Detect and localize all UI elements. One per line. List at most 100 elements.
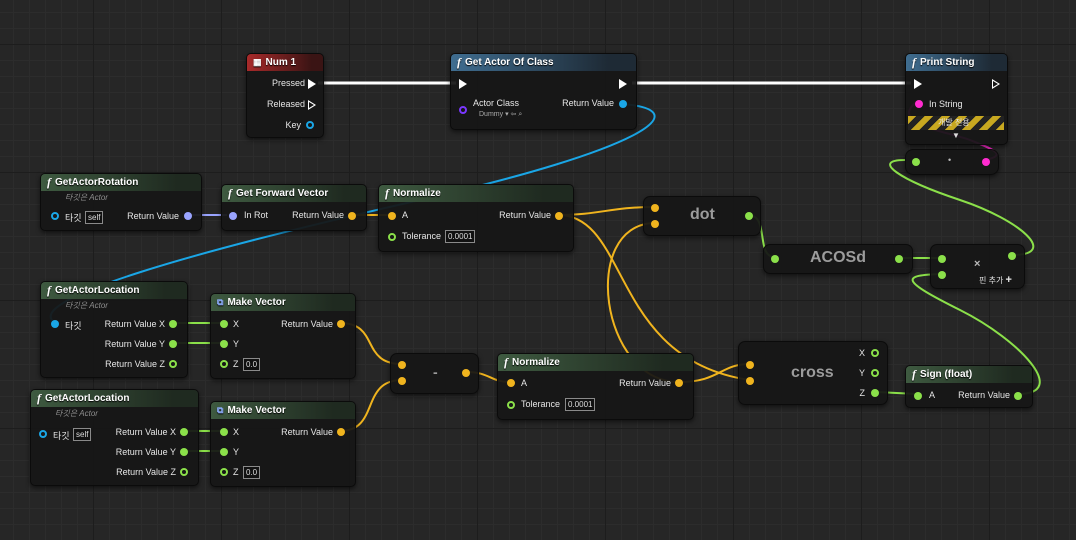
target-self-field[interactable]: self [85, 211, 104, 224]
dot-product-node[interactable]: dot [643, 196, 761, 236]
num1-title: Num 1 [265, 57, 297, 68]
released-exec-pin[interactable] [308, 100, 316, 110]
return-value-pin[interactable] [337, 320, 345, 328]
y-label: Y [858, 368, 865, 378]
multiply-title: × [974, 258, 981, 270]
normalize-header: f Normalize [498, 354, 693, 371]
get-forward-vector-header: f Get Forward Vector [222, 185, 366, 202]
normalize-node-1[interactable]: f Normalize A Return Value Tolerance 0.0… [378, 184, 574, 252]
target-pin[interactable] [51, 320, 59, 328]
normalize-node-2[interactable]: f Normalize A Return Value Tolerance 0.0… [497, 353, 694, 420]
key-label: Key [285, 120, 301, 130]
return-value-pin[interactable] [184, 212, 192, 220]
in-rot-pin[interactable] [229, 212, 237, 220]
tolerance-field[interactable]: 0.0001 [565, 398, 596, 411]
return-value-pin[interactable] [348, 212, 356, 220]
a-label: A [929, 390, 936, 400]
return-x-pin[interactable] [180, 428, 188, 436]
cross-b-pin[interactable] [746, 377, 754, 385]
acosd-node[interactable]: ACOSd [763, 244, 913, 274]
return-value-pin[interactable] [555, 212, 563, 220]
exec-out-pin[interactable] [992, 79, 1000, 89]
get-actor-of-class-node[interactable]: f Get Actor Of Class Actor Class Dummy ▾… [450, 53, 637, 130]
a-pin[interactable] [507, 379, 515, 387]
make-vector-node-1[interactable]: ⧉ Make Vector X Return Value Y Z 0.0 [210, 293, 356, 379]
expand-chevron-icon[interactable]: ▼ [952, 131, 960, 140]
get-forward-vector-node[interactable]: f Get Forward Vector In Rot Return Value [221, 184, 367, 231]
print-string-node[interactable]: f Print String In String 개발 전용 ▼ [905, 53, 1008, 145]
num1-event-node[interactable]: ▦ Num 1 Pressed Released Key [246, 53, 324, 138]
z-field[interactable]: 0.0 [243, 358, 261, 371]
actor-class-pin[interactable] [459, 106, 467, 114]
x-pin[interactable] [220, 320, 228, 328]
subtract-node[interactable]: - [390, 353, 479, 394]
return-z-pin[interactable] [169, 360, 177, 368]
z-out-pin[interactable] [871, 389, 879, 397]
get-actor-location-node-1[interactable]: f GetActorLocation 타깃은 Actor 타깃 Return V… [40, 281, 188, 378]
return-value-pin[interactable] [1014, 392, 1022, 400]
return-y-pin[interactable] [169, 340, 177, 348]
y-pin[interactable] [220, 340, 228, 348]
exec-in-pin[interactable] [459, 79, 467, 89]
get-actor-location-node-2[interactable]: f GetActorLocation 타깃은 Actor 타깃 self Ret… [30, 389, 199, 486]
acosd-title: ACOSd [810, 249, 866, 266]
return-value-label: Return Value [958, 390, 1010, 400]
num1-header: ▦ Num 1 [247, 54, 323, 71]
z-pin[interactable] [220, 468, 228, 476]
in-string-pin[interactable] [915, 100, 923, 108]
return-value-label: Return Value [281, 427, 333, 437]
cross-a-pin[interactable] [746, 361, 754, 369]
tolerance-pin[interactable] [388, 233, 396, 241]
exec-out-pin[interactable] [619, 79, 627, 89]
acosd-in-pin[interactable] [771, 255, 779, 263]
subtract-a-pin[interactable] [398, 361, 406, 369]
get-actor-rotation-node[interactable]: f GetActorRotation 타깃은 Actor 타깃 self Ret… [40, 173, 202, 231]
z-pin[interactable] [220, 360, 228, 368]
dot-b-pin[interactable] [651, 220, 659, 228]
x-out-pin[interactable] [871, 349, 879, 357]
a-pin[interactable] [914, 392, 922, 400]
normalize-title: Normalize [512, 357, 560, 368]
return-value-pin[interactable] [337, 428, 345, 436]
subtitle: 타깃은 Actor [65, 301, 108, 310]
to-string-conversion-node[interactable]: • [905, 149, 999, 175]
exec-in-pin[interactable] [914, 79, 922, 89]
make-vector-node-2[interactable]: ⧉ Make Vector X Return Value Y Z 0.0 [210, 401, 356, 487]
key-pin[interactable] [306, 121, 314, 129]
multiply-out-pin[interactable] [1008, 252, 1016, 260]
tolerance-field[interactable]: 0.0001 [445, 230, 476, 243]
target-pin[interactable] [39, 430, 47, 438]
actor-class-dropdown[interactable]: Dummy ▾ ⇦ ⌕ [477, 109, 524, 120]
y-pin[interactable] [220, 448, 228, 456]
x-pin[interactable] [220, 428, 228, 436]
normalize-header: f Normalize [379, 185, 573, 202]
multiply-a-pin[interactable] [938, 255, 946, 263]
multiply-b-pin[interactable] [938, 271, 946, 279]
multiply-node[interactable]: × 핀 추가 + [930, 244, 1025, 289]
pressed-exec-pin[interactable] [308, 79, 316, 89]
subtract-b-pin[interactable] [398, 377, 406, 385]
target-self-field[interactable]: self [73, 428, 92, 441]
dot-return-pin[interactable] [745, 212, 753, 220]
return-y-pin[interactable] [180, 448, 188, 456]
tolerance-pin[interactable] [507, 401, 515, 409]
return-value-pin[interactable] [619, 100, 627, 108]
sign-float-header: f Sign (float) [906, 366, 1032, 383]
return-value-pin[interactable] [675, 379, 683, 387]
subtract-out-pin[interactable] [462, 369, 470, 377]
conversion-in-pin[interactable] [912, 158, 920, 166]
return-z-pin[interactable] [180, 468, 188, 476]
z-field[interactable]: 0.0 [243, 466, 261, 479]
add-pin-label[interactable]: 핀 추가 + [979, 274, 1012, 286]
sign-float-node[interactable]: f Sign (float) A Return Value [905, 365, 1033, 408]
tolerance-label: Tolerance [402, 231, 442, 241]
cross-product-node[interactable]: cross X Y Z [738, 341, 888, 405]
dot-a-pin[interactable] [651, 204, 659, 212]
acosd-out-pin[interactable] [895, 255, 903, 263]
a-pin[interactable] [388, 212, 396, 220]
conversion-out-pin[interactable] [982, 158, 990, 166]
return-x-pin[interactable] [169, 320, 177, 328]
y-out-pin[interactable] [871, 369, 879, 377]
target-pin[interactable] [51, 212, 59, 220]
dot-title: dot [690, 206, 715, 223]
